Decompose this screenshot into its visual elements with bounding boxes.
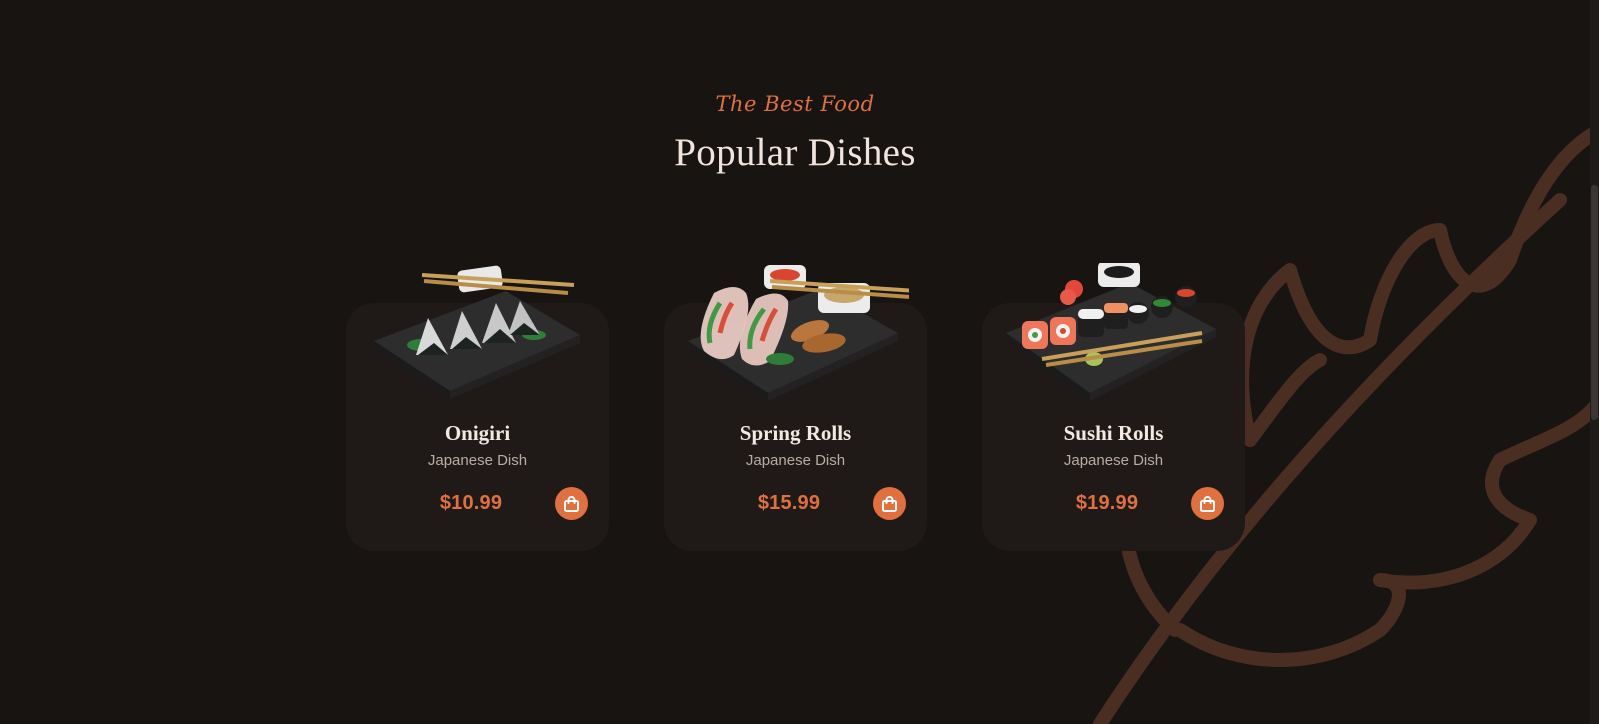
dish-type: Japanese Dish [427, 452, 528, 469]
dish-card-spring-rolls[interactable]: Spring Rolls Japanese Dish $15.99 [664, 265, 927, 551]
shopping-bag-icon [564, 496, 579, 512]
dish-name: Sushi Rolls [1063, 421, 1164, 445]
popular-dishes-page: The Best Food Popular Dishes Onigiri Jap… [0, 0, 1599, 724]
spring-rolls-plate-image [688, 265, 909, 401]
section-header: The Best Food Popular Dishes [0, 92, 1590, 175]
add-to-cart-button[interactable] [1191, 487, 1224, 520]
shopping-bag-icon [1200, 496, 1215, 512]
dish-name: Spring Rolls [739, 421, 852, 445]
add-to-cart-button[interactable] [873, 487, 906, 520]
dish-card-sushi-rolls[interactable]: Sushi Rolls Japanese Dish $19.99 [982, 263, 1245, 551]
onigiri-plate-image [374, 265, 580, 399]
dish-name: Onigiri [444, 421, 511, 445]
dish-price: $19.99 [1075, 492, 1139, 514]
sushi-rolls-plate-image [1006, 263, 1216, 401]
dish-price: $10.99 [439, 492, 503, 514]
section-subtitle: The Best Food [715, 92, 875, 116]
dish-cards: Onigiri Japanese Dish $10.99 Spring Roll… [346, 263, 1246, 553]
section-title: Popular Dishes [674, 131, 916, 174]
add-to-cart-button[interactable] [555, 487, 588, 520]
dish-type: Japanese Dish [1063, 452, 1164, 469]
dish-price: $15.99 [757, 492, 821, 514]
scrollbar-thumb[interactable] [1591, 185, 1598, 420]
dish-type: Japanese Dish [745, 452, 846, 469]
shopping-bag-icon [882, 496, 897, 512]
dish-card-onigiri[interactable]: Onigiri Japanese Dish $10.99 [346, 265, 609, 551]
